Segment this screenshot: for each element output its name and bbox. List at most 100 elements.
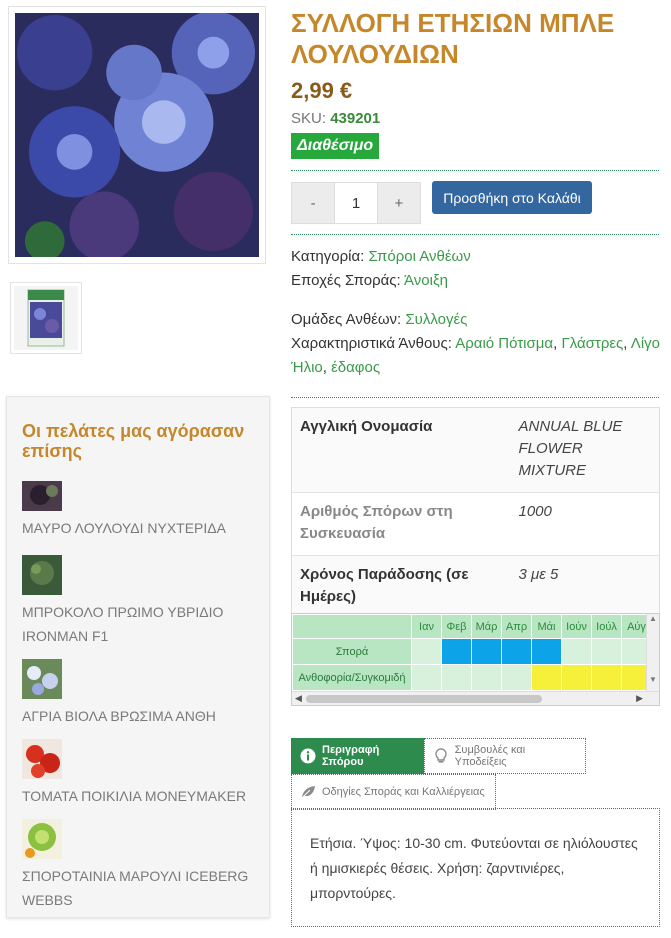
horizontal-scrollbar[interactable]: ◀ ▶ (292, 691, 659, 705)
groups-label: Ομάδες Ανθέων: (291, 311, 402, 328)
product-title: ΣΥΛΛΟΓΗ ΕΤΗΣΙΩΝ ΜΠΛΕ ΛΟΥΛΟΥΔΙΩΝ (291, 8, 615, 69)
trait-link[interactable]: Αραιό Πότισμα (455, 335, 553, 352)
sowing-calendar[interactable]: Ιαν Φεβ Μάρ Απρ Μάι Ιούν Ιούλ Αύγ Σπορά … (291, 613, 660, 706)
divider (291, 234, 659, 235)
groups-row: Ομάδες Ανθέων: Συλλογές (291, 308, 661, 332)
calendar-cell (561, 638, 592, 665)
product-meta-primary: Κατηγορία: Σπόροι Ανθέων Εποχές Σποράς: … (291, 245, 661, 293)
calendar-table: Ιαν Φεβ Μάρ Απρ Μάι Ιούν Ιούλ Αύγ Σπορά … (292, 614, 652, 691)
groups-link[interactable]: Συλλογές (405, 311, 467, 328)
info-icon (300, 748, 316, 764)
related-item-name[interactable]: ΣΠΟΡΟΤΑΙΝΙΑ ΜΑΡΟΥΛΙ ICEBERG WEBBS (22, 864, 267, 912)
sidebar-title: Οι πελάτες μας αγόρασαν επίσης (22, 421, 245, 461)
calendar-cell (591, 664, 622, 691)
calendar-cell (471, 638, 502, 665)
traits-row: Χαρακτηριστικά Άνθους: Αραιό Πότισμα, Γλ… (291, 335, 660, 376)
divider (291, 397, 659, 398)
scroll-down-icon[interactable]: ▼ (647, 675, 659, 684)
scroll-right-icon[interactable]: ▶ (636, 693, 643, 704)
month-header: Απρ (501, 614, 532, 639)
product-main-image[interactable] (8, 6, 266, 264)
tab-panel-description: Ετήσια. Ύψος: 10-30 cm. Φυτεύονται σε ηλ… (291, 808, 660, 927)
related-item[interactable]: ΤΟΜΑΤΑ ΠΟΙΚΙΛΙΑ MONEYMAKER (22, 739, 267, 808)
calendar-row-sowing: Σπορά (292, 638, 652, 665)
related-item[interactable]: ΑΓΡΙΑ ΒΙΟΛΑ ΒΡΩΣΙΜΑ ΑΝΘΗ (22, 659, 267, 728)
month-header: Μάρ (471, 614, 502, 639)
calendar-row-flowering: Ανθοφορία/Συγκομιδή (292, 664, 652, 691)
attribute-value: ANNUAL BLUE FLOWER MIXTURE (518, 418, 623, 479)
related-item[interactable]: ΜΑΥΡΟ ΛΟΥΛΟΥΔΙ ΝΥΧΤΕΡΙΔΑ (22, 481, 267, 540)
category-row: Κατηγορία: Σπόροι Ανθέων (291, 245, 661, 269)
related-item-name[interactable]: ΤΟΜΑΤΑ ΠΟΙΚΙΛΙΑ MONEYMAKER (22, 784, 267, 808)
related-item-image[interactable] (22, 555, 62, 595)
table-row: Αγγλική Ονομασία ANNUAL BLUE FLOWER MIXT… (291, 407, 660, 493)
season-label: Εποχές Σποράς: (291, 272, 401, 289)
calendar-header-row: Ιαν Φεβ Μάρ Απρ Μάι Ιούν Ιούλ Αύγ (292, 614, 652, 639)
tab-label: Περιγραφή Σπόρου (322, 744, 380, 768)
related-item-name[interactable]: ΑΓΡΙΑ ΒΙΟΛΑ ΒΡΩΣΙΜΑ ΑΝΘΗ (22, 704, 267, 728)
category-link[interactable]: Σπόροι Ανθέων (368, 248, 470, 265)
traits-label: Χαρακτηριστικά Άνθους: (291, 335, 452, 352)
related-item-image[interactable] (22, 659, 62, 699)
vertical-scrollbar[interactable]: ▲ ▼ (646, 614, 659, 692)
stock-badge: Διαθέσιμο (291, 133, 380, 159)
quantity-stepper: - 1 + (291, 182, 421, 224)
calendar-cell (411, 638, 442, 665)
trait-link[interactable]: έδαφος (331, 359, 380, 376)
leaf-icon (300, 784, 316, 800)
calendar-cell (441, 638, 472, 665)
attribute-value: 3 με 5 (518, 566, 559, 583)
tab-label: Οδηγίες Σποράς και Καλλιέργειας (322, 786, 485, 798)
attribute-key: Χρόνος Παράδοσης (σε Ημέρες) (300, 566, 469, 605)
calendar-cell (591, 638, 622, 665)
related-item[interactable]: ΣΠΟΡΟΤΑΙΝΙΑ ΜΑΡΟΥΛΙ ICEBERG WEBBS (22, 819, 267, 912)
scroll-up-icon[interactable]: ▲ (647, 614, 659, 623)
description-text: Ετήσια. Ύψος: 10-30 cm. Φυτεύονται σε ηλ… (310, 835, 638, 901)
related-item-image[interactable] (22, 819, 62, 859)
related-item-name[interactable]: ΜΠΡΟΚΟΛΟ ΠΡΩΙΜΟ ΥΒΡΙΔΙΟ IRONMAN F1 (22, 600, 267, 648)
lightbulb-icon (433, 748, 449, 764)
related-item-name[interactable]: ΜΑΥΡΟ ΛΟΥΛΟΥΔΙ ΝΥΧΤΕΡΙΔΑ (22, 516, 267, 540)
trait-link[interactable]: Γλάστρες (561, 335, 623, 352)
calendar-cell (441, 664, 472, 691)
product-meta-secondary: Ομάδες Ανθέων: Συλλογές Χαρακτηριστικά Ά… (291, 308, 661, 380)
divider (291, 170, 659, 171)
related-item-image[interactable] (22, 481, 62, 511)
tab-label: Συμβουλές και Υποδείξεις (454, 744, 526, 768)
table-row: Χρόνος Παράδοσης (σε Ημέρες) 3 με 5 (291, 555, 660, 619)
attribute-key: Αριθμός Σπόρων στη Συσκευασία (300, 503, 453, 542)
sku-label: SKU: (291, 110, 327, 127)
scrollbar-thumb[interactable] (306, 695, 542, 703)
attribute-key: Αγγλική Ονομασία (300, 418, 433, 435)
qty-increase-button[interactable]: + (377, 183, 420, 223)
seed-packet-thumbnail (14, 286, 78, 350)
related-item-image[interactable] (22, 739, 62, 779)
calendar-cell (561, 664, 592, 691)
product-price: 2,99 € (291, 78, 353, 103)
month-header: Ιούν (561, 614, 592, 639)
calendar-row-label: Ανθοφορία/Συγκομιδή (292, 664, 412, 691)
tab-tips[interactable]: Συμβουλές και Υποδείξεις (424, 738, 586, 774)
month-header: Φεβ (441, 614, 472, 639)
tab-sowing-guide[interactable]: Οδηγίες Σποράς και Καλλιέργειας (291, 774, 496, 810)
tab-description[interactable]: Περιγραφή Σπόρου (291, 738, 424, 774)
blue-flowers-photo (15, 13, 259, 257)
month-header: Ιαν (411, 614, 442, 639)
category-label: Κατηγορία: (291, 248, 365, 265)
add-to-cart-button[interactable]: Προσθήκη στο Καλάθι (432, 181, 592, 214)
product-thumbnail[interactable] (10, 282, 82, 354)
qty-decrease-button[interactable]: - (292, 183, 335, 223)
qty-input[interactable]: 1 (334, 183, 378, 223)
calendar-cell (501, 664, 532, 691)
season-link[interactable]: Άνοιξη (404, 272, 448, 289)
calendar-cell (531, 664, 562, 691)
sku-value: 439201 (330, 110, 381, 127)
product-sku: SKU: 439201 (291, 110, 380, 127)
related-item[interactable]: ΜΠΡΟΚΟΛΟ ΠΡΩΙΜΟ ΥΒΡΙΔΙΟ IRONMAN F1 (22, 555, 267, 648)
scroll-left-icon[interactable]: ◀ (295, 693, 302, 704)
season-row: Εποχές Σποράς: Άνοιξη (291, 269, 661, 293)
attribute-value: 1000 (518, 503, 552, 520)
table-row: Αριθμός Σπόρων στη Συσκευασία 1000 (291, 493, 660, 556)
month-header: Μάι (531, 614, 562, 639)
related-products-sidebar: Οι πελάτες μας αγόρασαν επίσης ΜΑΥΡΟ ΛΟΥ… (6, 396, 270, 918)
